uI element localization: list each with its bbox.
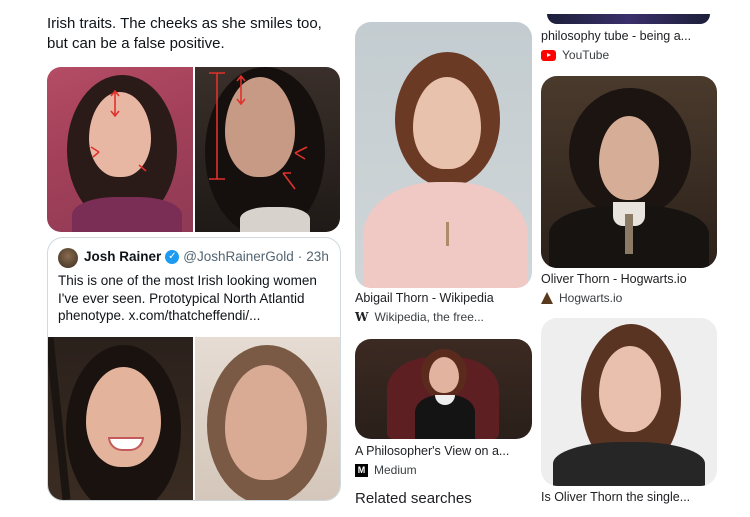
tweet-photo-right[interactable]	[195, 337, 340, 500]
face-shape	[225, 365, 307, 480]
annotated-photo-right[interactable]	[195, 67, 340, 232]
face-shape	[429, 357, 459, 393]
quoted-tweet-card[interactable]: Josh Rainer ✓ @JoshRainerGold · 23h This…	[47, 237, 341, 501]
result-source-label: Hogwarts.io	[559, 291, 623, 305]
avatar[interactable]	[58, 248, 78, 268]
face-shape	[86, 367, 161, 467]
result-image-is-oliver-thorn[interactable]	[541, 318, 717, 486]
tweet-time[interactable]: 23h	[306, 249, 329, 264]
result-source-label: YouTube	[562, 48, 610, 62]
tweet-link[interactable]: x.com/thatcheffendi/...	[129, 308, 261, 323]
result-source[interactable]: W Wikipedia, the free...	[355, 310, 532, 324]
face-shape	[413, 77, 481, 169]
result-title[interactable]: A Philosopher's View on a...	[355, 444, 532, 458]
tweet-separator: ·	[297, 249, 303, 264]
top-shape	[553, 442, 705, 486]
result-source-label: Wikipedia, the free...	[374, 310, 484, 324]
result-title[interactable]: philosophy tube - being a...	[541, 29, 717, 43]
tweet-author-name[interactable]: Josh Rainer	[84, 249, 161, 264]
tweet-photo-left[interactable]	[48, 337, 193, 500]
result-source-label: Medium	[374, 463, 417, 477]
youtube-icon	[541, 49, 556, 61]
annotation-marks	[209, 72, 308, 190]
result-image-oliver-thorn[interactable]	[541, 76, 717, 268]
result-image-abigail-thorn[interactable]	[355, 22, 532, 288]
annotation-marks	[90, 89, 147, 172]
necklace-shape	[446, 222, 449, 246]
tweet-handle[interactable]: @JoshRainerGold	[183, 249, 294, 264]
result-image-philosophy-tube[interactable]	[547, 14, 710, 24]
face-shape	[599, 116, 659, 200]
annotated-photo-left[interactable]	[47, 67, 193, 232]
verified-badge-icon: ✓	[165, 249, 180, 264]
tie-shape	[625, 214, 633, 254]
result-source[interactable]: M Medium	[355, 463, 532, 477]
result-source[interactable]: YouTube	[541, 48, 717, 62]
related-searches-heading: Related searches	[355, 490, 472, 507]
wizard-hat-icon	[541, 292, 553, 304]
medium-icon: M	[355, 463, 368, 477]
result-source[interactable]: Hogwarts.io	[541, 291, 717, 305]
result-image-philosopher-view[interactable]	[355, 339, 532, 439]
face-shape	[599, 346, 661, 432]
tweet-intro-text: Irish traits. The cheeks as she smiles t…	[47, 15, 322, 52]
result-title[interactable]: Abigail Thorn - Wikipedia	[355, 291, 532, 305]
result-title[interactable]: Oliver Thorn - Hogwarts.io	[541, 272, 717, 286]
wikipedia-icon: W	[355, 310, 369, 324]
result-title[interactable]: Is Oliver Thorn the single...	[541, 490, 717, 504]
